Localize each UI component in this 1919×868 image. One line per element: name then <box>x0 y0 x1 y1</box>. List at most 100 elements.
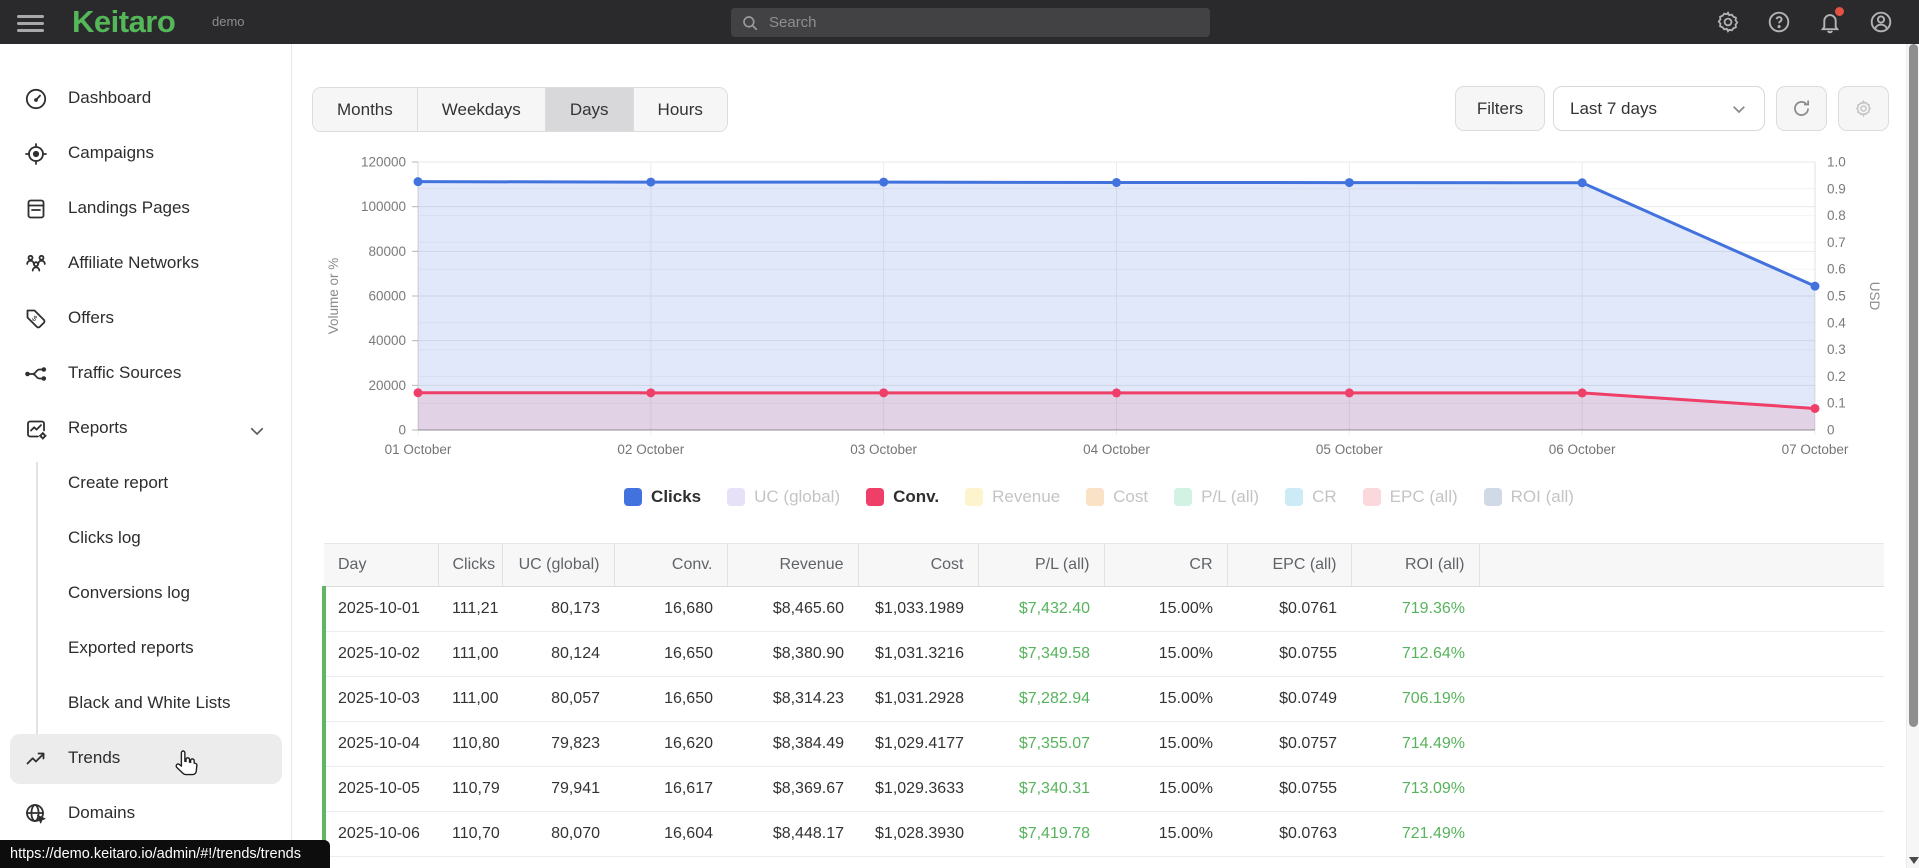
sidebar-item-trends[interactable]: Trends <box>0 732 292 787</box>
legend-swatch <box>727 488 746 506</box>
sidebar-item-clicks-log[interactable]: Clicks log <box>0 512 292 567</box>
legend-item-p-l-all-[interactable]: P/L (all) <box>1174 487 1259 507</box>
reports-icon <box>24 417 48 441</box>
cell-epc-all-: $0.0755 <box>1227 631 1351 677</box>
cell-revenue: $8,465.60 <box>727 586 858 632</box>
trends-table: Day Clicks UC (global) Conv. Revenue Cost P/L … <box>322 543 1884 868</box>
cell-spacer <box>1479 631 1884 677</box>
scrollbar-thumb[interactable] <box>1909 44 1918 727</box>
column-header-day[interactable]: Day <box>324 543 438 587</box>
column-header-cr[interactable]: CR <box>1103 543 1227 587</box>
landings-icon <box>24 197 48 221</box>
column-header-cost[interactable]: Cost <box>857 543 978 587</box>
sidebar-item-exported-reports[interactable]: Exported reports <box>0 622 292 677</box>
tab-months[interactable]: Months <box>313 88 417 131</box>
account-icon[interactable] <box>1869 10 1893 34</box>
sidebar-item-black-and-white-lists[interactable]: Black and White Lists <box>0 677 292 732</box>
cell-clicks: 110,70 <box>438 811 502 857</box>
column-header-clicks[interactable]: Clicks <box>437 543 502 587</box>
sidebar-item-offers[interactable]: $ Offers <box>0 292 292 347</box>
brand-badge: demo <box>212 14 245 29</box>
cell-cr: 15.00% <box>1104 856 1227 868</box>
period-tabs: Months Weekdays Days Hours <box>312 87 728 132</box>
column-header-uc-global-[interactable]: UC (global) <box>501 543 614 587</box>
cell-p-l-all-: $4,292.75 <box>978 856 1104 868</box>
help-icon[interactable] <box>1767 10 1791 34</box>
cell-p-l-all-: $7,349.58 <box>978 631 1104 677</box>
brand-logo[interactable]: Keitaro <box>72 4 176 40</box>
sidebar-item-reports[interactable]: Reports <box>0 402 292 457</box>
sidebar-item-domains[interactable]: Domains <box>0 787 292 842</box>
campaigns-icon <box>24 142 48 166</box>
cell-cost: $1,031.3216 <box>858 631 978 677</box>
menu-toggle-icon[interactable] <box>17 11 44 33</box>
legend-item-cr[interactable]: CR <box>1285 487 1337 507</box>
cell-clicks: 111,00 <box>438 676 502 722</box>
search-input[interactable] <box>769 14 1200 31</box>
sidebar-item-landings-pages[interactable]: Landings Pages <box>0 182 292 237</box>
filters-button[interactable]: Filters <box>1455 86 1545 131</box>
sidebar-item-campaigns[interactable]: Campaigns <box>0 127 292 182</box>
cell-revenue: $8,314.23 <box>727 676 858 722</box>
refresh-button[interactable] <box>1776 86 1827 131</box>
cell-p-l-all-: $7,432.40 <box>978 586 1104 632</box>
cell-uc-global-: 80,070 <box>502 811 614 857</box>
legend-swatch <box>624 488 643 506</box>
svg-text:0.2: 0.2 <box>1827 369 1846 384</box>
traffic-icon <box>24 362 48 386</box>
column-header-p-l-all-[interactable]: P/L (all) <box>977 543 1104 587</box>
sidebar-item-conversions-log[interactable]: Conversions log <box>0 567 292 622</box>
sidebar-item-dashboard[interactable]: Dashboard <box>0 72 292 127</box>
trends-icon <box>24 747 48 771</box>
legend-swatch <box>1174 488 1193 506</box>
legend-item-cost[interactable]: Cost <box>1086 487 1148 507</box>
svg-text:20000: 20000 <box>368 378 406 393</box>
date-range-select[interactable]: Last 7 days <box>1553 86 1765 131</box>
cell-cost: $1,028.3930 <box>858 811 978 857</box>
cell-clicks: 64,40 <box>438 856 502 868</box>
cell-day: 2025-10-04 <box>322 721 438 767</box>
cell-cost: $597.5829 <box>858 856 978 868</box>
date-range-value: Last 7 days <box>1570 98 1657 118</box>
svg-text:04 October: 04 October <box>1083 442 1150 457</box>
cell-spacer <box>1479 721 1884 767</box>
legend-item-revenue[interactable]: Revenue <box>965 487 1060 507</box>
legend-item-uc-global-[interactable]: UC (global) <box>727 487 840 507</box>
sidebar-item-create-report[interactable]: Create report <box>0 457 292 512</box>
notifications-icon[interactable] <box>1818 7 1844 34</box>
column-header-conv-[interactable]: Conv. <box>613 543 727 587</box>
svg-text:0.6: 0.6 <box>1827 262 1846 277</box>
legend-swatch <box>1362 488 1381 506</box>
cell-day: 2025-10-06 <box>322 811 438 857</box>
svg-text:USD: USD <box>1867 282 1882 311</box>
legend-item-epc-all-[interactable]: EPC (all) <box>1362 487 1458 507</box>
sidebar-item-traffic-sources[interactable]: Traffic Sources <box>0 347 292 402</box>
cell-spacer <box>1479 766 1884 812</box>
legend-swatch <box>965 488 984 506</box>
cell-conv-: 16,650 <box>614 631 727 677</box>
svg-text:0.4: 0.4 <box>1827 315 1846 330</box>
svg-text:0.9: 0.9 <box>1827 181 1846 196</box>
tab-weekdays[interactable]: Weekdays <box>416 88 545 131</box>
column-header-revenue[interactable]: Revenue <box>726 543 858 587</box>
legend-item-conv-[interactable]: Conv. <box>866 487 939 507</box>
scrollbar-down-arrow[interactable] <box>1909 857 1919 864</box>
column-header-epc-all-[interactable]: EPC (all) <box>1226 543 1351 587</box>
column-header-roi-all-[interactable]: ROI (all) <box>1350 543 1479 587</box>
chart-settings-button[interactable] <box>1838 86 1889 131</box>
sidebar-item-affiliate-networks[interactable]: Affiliate Networks <box>0 237 292 292</box>
cell-uc-global-: 44,457 <box>502 856 614 868</box>
svg-text:0.3: 0.3 <box>1827 342 1846 357</box>
svg-text:40000: 40000 <box>368 333 406 348</box>
tab-days[interactable]: Days <box>544 88 633 131</box>
status-url: https://demo.keitaro.io/admin/#!/trends/… <box>0 840 330 868</box>
legend-item-roi-all-[interactable]: ROI (all) <box>1483 487 1574 507</box>
legend-item-clicks[interactable]: Clicks <box>624 487 701 507</box>
settings-icon[interactable] <box>1716 10 1740 34</box>
offers-icon: $ <box>24 307 48 331</box>
cell-roi-all-: 714.49% <box>1351 721 1479 767</box>
affiliate-icon <box>24 252 48 276</box>
cell-roi-all-: 718.36% <box>1351 856 1479 868</box>
cell-conv-: 16,617 <box>614 766 727 812</box>
tab-hours[interactable]: Hours <box>632 88 727 131</box>
